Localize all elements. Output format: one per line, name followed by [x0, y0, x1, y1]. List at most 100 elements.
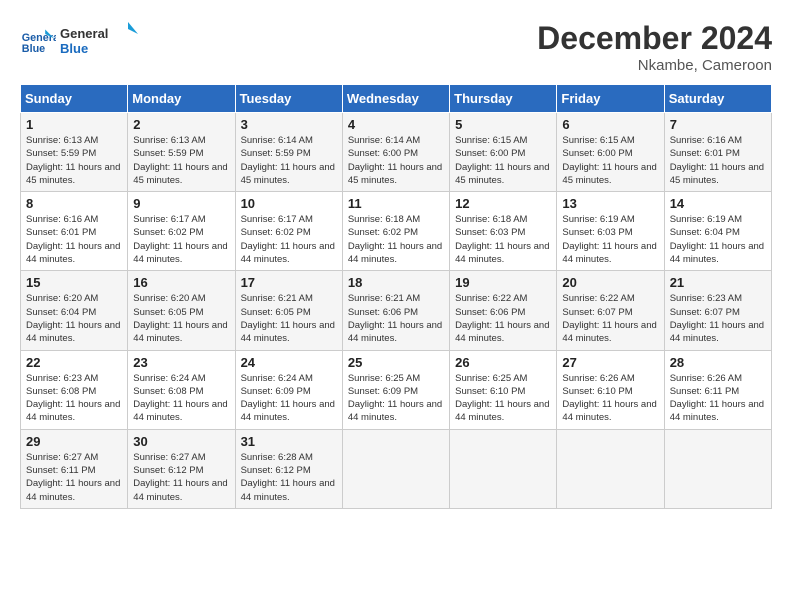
calendar-cell: 31 Sunrise: 6:28 AMSunset: 6:12 PMDayligh…: [235, 429, 342, 508]
day-info: Sunrise: 6:20 AMSunset: 6:04 PMDaylight:…: [26, 292, 122, 345]
col-saturday: Saturday: [664, 85, 771, 113]
day-number: 14: [670, 196, 766, 211]
day-info: Sunrise: 6:17 AMSunset: 6:02 PMDaylight:…: [241, 213, 337, 266]
calendar-cell: 13 Sunrise: 6:19 AMSunset: 6:03 PMDayligh…: [557, 192, 664, 271]
calendar-cell: 28 Sunrise: 6:26 AMSunset: 6:11 PMDayligh…: [664, 350, 771, 429]
day-info: Sunrise: 6:23 AMSunset: 6:07 PMDaylight:…: [670, 292, 766, 345]
calendar-cell: 30 Sunrise: 6:27 AMSunset: 6:12 PMDayligh…: [128, 429, 235, 508]
col-monday: Monday: [128, 85, 235, 113]
day-info: Sunrise: 6:27 AMSunset: 6:11 PMDaylight:…: [26, 451, 122, 504]
day-number: 13: [562, 196, 658, 211]
day-info: Sunrise: 6:18 AMSunset: 6:02 PMDaylight:…: [348, 213, 444, 266]
calendar-row: 22 Sunrise: 6:23 AMSunset: 6:08 PMDayligh…: [21, 350, 772, 429]
calendar-cell: 23Sunrise: 6:24 AMSunset: 6:08 PMDayligh…: [128, 350, 235, 429]
day-number: 11: [348, 196, 444, 211]
day-number: 8: [26, 196, 122, 211]
day-number: 20: [562, 275, 658, 290]
day-info: Sunrise: 6:14 AMSunset: 5:59 PMDaylight:…: [241, 134, 337, 187]
calendar-row: 8 Sunrise: 6:16 AMSunset: 6:01 PMDaylight…: [21, 192, 772, 271]
day-number: 31: [241, 434, 337, 449]
calendar-cell: 6Sunrise: 6:15 AMSunset: 6:00 PMDaylight…: [557, 113, 664, 192]
day-info: Sunrise: 6:14 AMSunset: 6:00 PMDaylight:…: [348, 134, 444, 187]
col-thursday: Thursday: [450, 85, 557, 113]
day-number: 22: [26, 355, 122, 370]
location-title: Nkambe, Cameroon: [537, 57, 772, 74]
svg-text:Blue: Blue: [22, 43, 45, 55]
calendar-cell: 9 Sunrise: 6:17 AMSunset: 6:02 PMDaylight…: [128, 192, 235, 271]
svg-text:Blue: Blue: [60, 41, 88, 56]
day-info: Sunrise: 6:17 AMSunset: 6:02 PMDaylight:…: [133, 213, 229, 266]
calendar-table: Sunday Monday Tuesday Wednesday Thursday…: [20, 84, 772, 509]
day-number: 15: [26, 275, 122, 290]
day-info: Sunrise: 6:19 AMSunset: 6:03 PMDaylight:…: [562, 213, 658, 266]
calendar-cell: 16 Sunrise: 6:20 AMSunset: 6:05 PMDayligh…: [128, 271, 235, 350]
day-info: Sunrise: 6:25 AMSunset: 6:09 PMDaylight:…: [348, 372, 444, 425]
calendar-cell: 3 Sunrise: 6:14 AMSunset: 5:59 PMDaylight…: [235, 113, 342, 192]
day-info: Sunrise: 6:13 AMSunset: 5:59 PMDaylight:…: [26, 134, 122, 187]
calendar-cell: 12Sunrise: 6:18 AMSunset: 6:03 PMDayligh…: [450, 192, 557, 271]
svg-text:General: General: [60, 26, 108, 41]
day-number: 25: [348, 355, 444, 370]
day-info: Sunrise: 6:22 AMSunset: 6:07 PMDaylight:…: [562, 292, 658, 345]
calendar-header-row: Sunday Monday Tuesday Wednesday Thursday…: [21, 85, 772, 113]
day-info: Sunrise: 6:23 AMSunset: 6:08 PMDaylight:…: [26, 372, 122, 425]
day-info: Sunrise: 6:16 AMSunset: 6:01 PMDaylight:…: [26, 213, 122, 266]
day-number: 7: [670, 117, 766, 132]
calendar-cell: 15 Sunrise: 6:20 AMSunset: 6:04 PMDayligh…: [21, 271, 128, 350]
day-number: 1: [26, 117, 122, 132]
day-info: Sunrise: 6:27 AMSunset: 6:12 PMDaylight:…: [133, 451, 229, 504]
day-number: 26: [455, 355, 551, 370]
logo-svg: General Blue: [60, 20, 140, 60]
calendar-cell: 27Sunrise: 6:26 AMSunset: 6:10 PMDayligh…: [557, 350, 664, 429]
day-number: 12: [455, 196, 551, 211]
calendar-cell: [450, 429, 557, 508]
calendar-cell: 17Sunrise: 6:21 AMSunset: 6:05 PMDayligh…: [235, 271, 342, 350]
day-number: 4: [348, 117, 444, 132]
day-number: 21: [670, 275, 766, 290]
calendar-cell: 26 Sunrise: 6:25 AMSunset: 6:10 PMDayligh…: [450, 350, 557, 429]
calendar-body: 1 Sunrise: 6:13 AMSunset: 5:59 PMDaylight…: [21, 113, 772, 509]
day-info: Sunrise: 6:15 AMSunset: 6:00 PMDaylight:…: [455, 134, 551, 187]
calendar-cell: 29 Sunrise: 6:27 AMSunset: 6:11 PMDayligh…: [21, 429, 128, 508]
calendar-cell: 22 Sunrise: 6:23 AMSunset: 6:08 PMDayligh…: [21, 350, 128, 429]
title-block: December 2024 Nkambe, Cameroon: [537, 20, 772, 74]
day-info: Sunrise: 6:25 AMSunset: 6:10 PMDaylight:…: [455, 372, 551, 425]
logo: General Blue General Blue: [20, 20, 140, 65]
day-number: 10: [241, 196, 337, 211]
logo-icon: General Blue: [20, 25, 56, 61]
day-info: Sunrise: 6:20 AMSunset: 6:05 PMDaylight:…: [133, 292, 229, 345]
day-number: 9: [133, 196, 229, 211]
calendar-cell: [557, 429, 664, 508]
day-number: 2: [133, 117, 229, 132]
day-info: Sunrise: 6:15 AMSunset: 6:00 PMDaylight:…: [562, 134, 658, 187]
day-number: 28: [670, 355, 766, 370]
calendar-cell: 24Sunrise: 6:24 AMSunset: 6:09 PMDayligh…: [235, 350, 342, 429]
calendar-cell: [664, 429, 771, 508]
day-number: 30: [133, 434, 229, 449]
day-number: 18: [348, 275, 444, 290]
calendar-cell: 20 Sunrise: 6:22 AMSunset: 6:07 PMDayligh…: [557, 271, 664, 350]
calendar-cell: 19Sunrise: 6:22 AMSunset: 6:06 PMDayligh…: [450, 271, 557, 350]
day-info: Sunrise: 6:24 AMSunset: 6:08 PMDaylight:…: [133, 372, 229, 425]
day-number: 29: [26, 434, 122, 449]
calendar-cell: 7Sunrise: 6:16 AMSunset: 6:01 PMDaylight…: [664, 113, 771, 192]
day-info: Sunrise: 6:21 AMSunset: 6:06 PMDaylight:…: [348, 292, 444, 345]
calendar-row: 29 Sunrise: 6:27 AMSunset: 6:11 PMDayligh…: [21, 429, 772, 508]
day-number: 27: [562, 355, 658, 370]
day-info: Sunrise: 6:22 AMSunset: 6:06 PMDaylight:…: [455, 292, 551, 345]
day-info: Sunrise: 6:26 AMSunset: 6:11 PMDaylight:…: [670, 372, 766, 425]
calendar-cell: 8 Sunrise: 6:16 AMSunset: 6:01 PMDaylight…: [21, 192, 128, 271]
day-number: 3: [241, 117, 337, 132]
col-friday: Friday: [557, 85, 664, 113]
day-number: 5: [455, 117, 551, 132]
day-number: 16: [133, 275, 229, 290]
calendar-cell: 5 Sunrise: 6:15 AMSunset: 6:00 PMDaylight…: [450, 113, 557, 192]
day-info: Sunrise: 6:13 AMSunset: 5:59 PMDaylight:…: [133, 134, 229, 187]
col-tuesday: Tuesday: [235, 85, 342, 113]
calendar-cell: 25 Sunrise: 6:25 AMSunset: 6:09 PMDayligh…: [342, 350, 449, 429]
month-title: December 2024: [537, 20, 772, 57]
day-info: Sunrise: 6:21 AMSunset: 6:05 PMDaylight:…: [241, 292, 337, 345]
calendar-cell: 2 Sunrise: 6:13 AMSunset: 5:59 PMDaylight…: [128, 113, 235, 192]
day-info: Sunrise: 6:28 AMSunset: 6:12 PMDaylight:…: [241, 451, 337, 504]
calendar-row: 15 Sunrise: 6:20 AMSunset: 6:04 PMDayligh…: [21, 271, 772, 350]
